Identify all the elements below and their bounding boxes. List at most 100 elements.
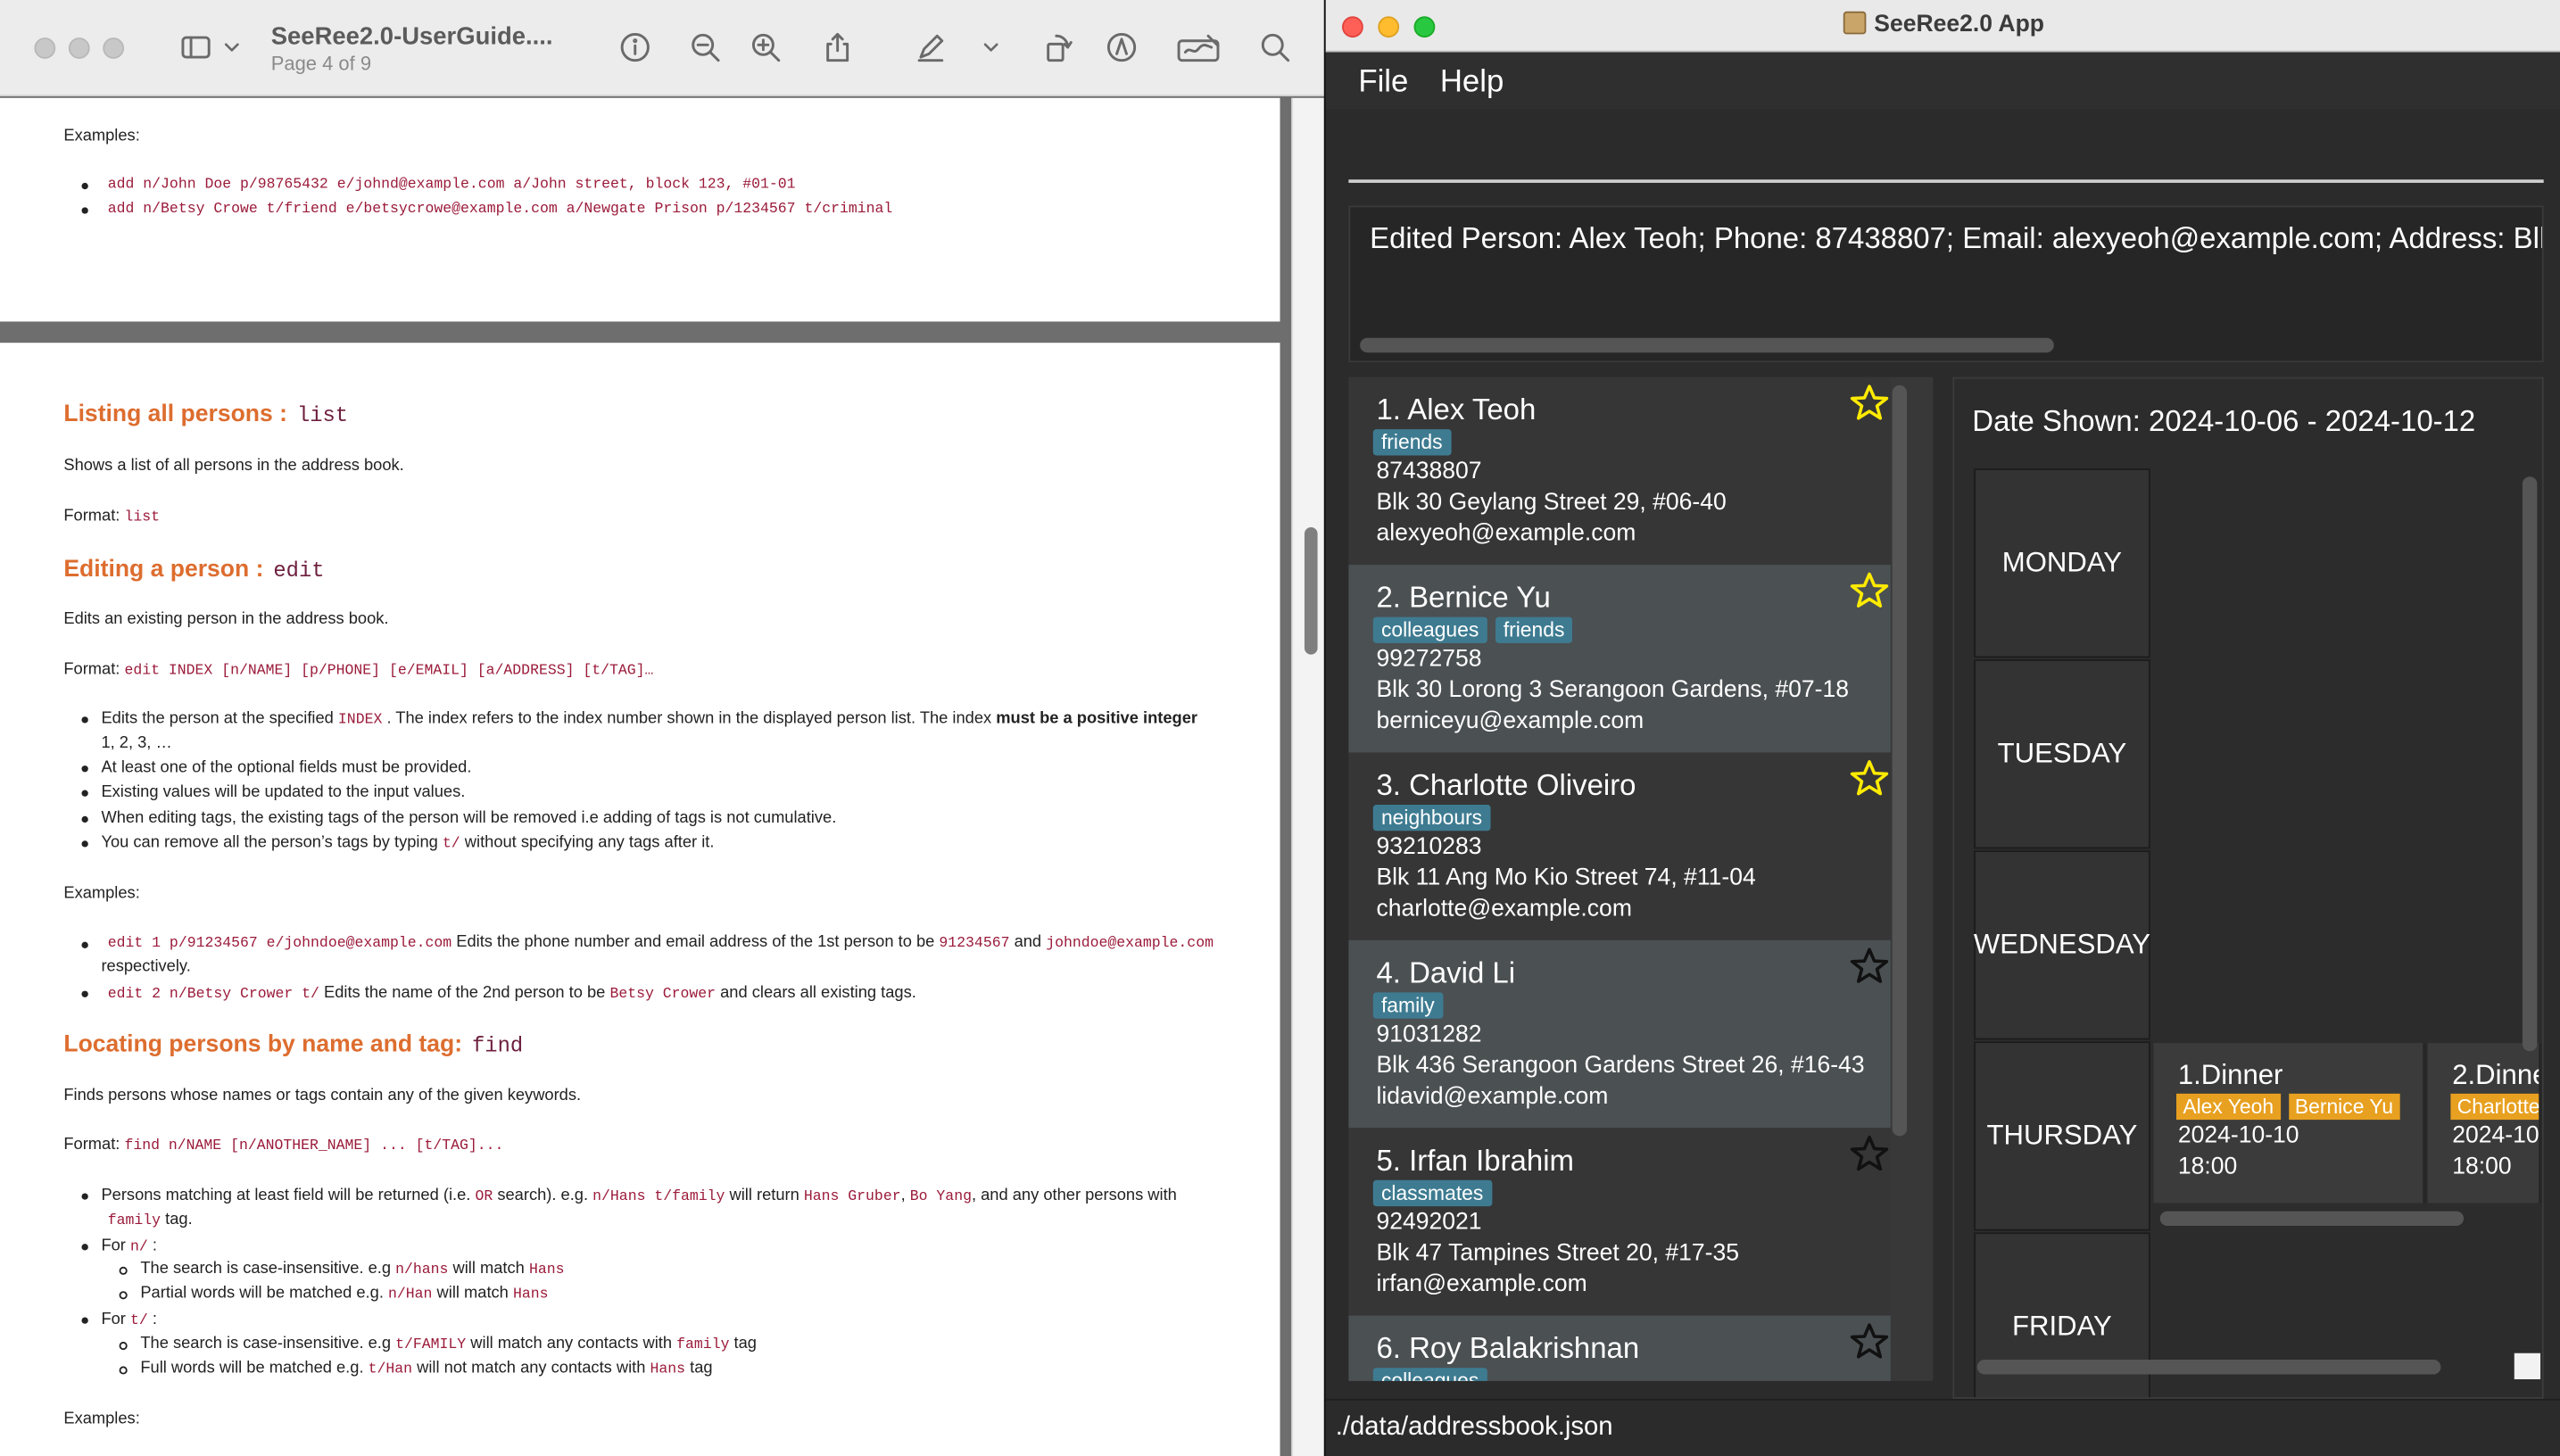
heading-text: Listing all persons : — [63, 401, 287, 428]
info-icon[interactable] — [614, 26, 657, 69]
result-text: Edited Person: Alex Teoh; Phone: 8743880… — [1370, 221, 2544, 255]
traffic-close-icon[interactable] — [34, 37, 56, 59]
person-tag: friends — [1495, 616, 1573, 643]
person-card[interactable]: 1. Alex Teoh friends 87438807 Blk 30 Geylan… — [1348, 376, 1891, 566]
event-tags: Charlotte — [2450, 1093, 2539, 1121]
heading-code: list — [296, 402, 349, 428]
person-address: Blk 30 Geylang Street 29, #06-40 — [1376, 489, 1727, 517]
command-input[interactable] — [1348, 114, 2544, 190]
sub-bullet — [119, 1266, 128, 1275]
person-email: alexyeoh@example.com — [1376, 520, 1636, 547]
edit-bullet-5: You can remove all the person’s tags by … — [101, 834, 714, 852]
bold-text: must be a positive integer — [996, 709, 1198, 729]
highlight-pen-icon[interactable] — [909, 26, 952, 69]
bullet — [81, 815, 88, 823]
heading-text: Editing a person : — [63, 556, 264, 583]
person-list-scrollbar[interactable] — [1892, 385, 1908, 1137]
sidebar-toggle-icon[interactable] — [175, 26, 218, 69]
format-line: Format: list — [63, 508, 160, 525]
text: tag — [733, 1335, 757, 1353]
status-save-path: ./data/addressbook.json — [1335, 1413, 1613, 1442]
find-n-sub-2: Partial words will be matched e.g. n/Han… — [140, 1285, 548, 1303]
inline-code: n/Hans t/family — [592, 1187, 725, 1205]
text: : — [152, 1311, 157, 1329]
rotate-icon[interactable] — [1037, 26, 1080, 69]
heading-text: Locating persons by name and tag: — [63, 1031, 463, 1058]
sub-bullet — [119, 1366, 128, 1375]
person-tags: neighbours — [1372, 804, 1491, 831]
event-card[interactable]: 2.Dinner Charlotte 2024-10- 18:00 — [2427, 1043, 2542, 1204]
format-code: list — [124, 509, 161, 526]
person-address: Blk 436 Serangoon Gardens Street 26, #16… — [1376, 1053, 1865, 1080]
person-tags: colleagues friends — [1372, 616, 1573, 643]
text: will match — [436, 1284, 509, 1303]
person-phone: 87438807 — [1376, 459, 1482, 485]
event-date: 2024-10- — [2452, 1122, 2542, 1150]
person-list[interactable]: 1. Alex Teoh friends 87438807 Blk 30 Geylan… — [1348, 376, 1934, 1381]
result-display[interactable]: Edited Person: Alex Teoh; Phone: 8743880… — [1348, 205, 2544, 363]
star-filled-icon[interactable] — [1848, 382, 1891, 425]
document-title: SeeRee2.0-UserGuide.... — [270, 22, 553, 51]
inline-code: edit 2 n/Betsy Crower t/ — [107, 986, 319, 1003]
text: . The index refers to the index number s… — [386, 709, 992, 729]
chevron-down-icon[interactable] — [217, 26, 246, 69]
edit-bullet-4: When editing tags, the existing tags of … — [101, 809, 837, 828]
inline-code: t/Han — [368, 1361, 413, 1378]
markup-icon[interactable] — [1100, 26, 1143, 69]
star-filled-icon[interactable] — [1848, 570, 1891, 613]
person-card[interactable]: 5. Irfan Ibrahim classmates 92492021 Blk 47… — [1348, 1128, 1891, 1316]
day-tuesday: TUESDAY — [1974, 659, 2150, 849]
text: and clears all existing tags. — [720, 984, 916, 1003]
edit-example-2: edit 2 n/Betsy Crower t/ Edits the name … — [108, 984, 916, 1002]
edit-bullet-2: At least one of the optional fields must… — [101, 758, 472, 777]
share-icon[interactable] — [816, 26, 859, 69]
signature-icon[interactable] — [1172, 26, 1225, 69]
calendar-vertical-scrollbar[interactable] — [2522, 476, 2538, 1052]
star-outline-icon[interactable] — [1848, 1320, 1891, 1363]
person-card[interactable]: 3. Charlotte Oliveiro neighbours 93210283 B… — [1348, 752, 1891, 940]
star-outline-icon[interactable] — [1848, 945, 1891, 988]
event-row-scrollbar[interactable] — [2159, 1211, 2465, 1227]
text: For — [101, 1311, 126, 1329]
star-filled-icon[interactable] — [1848, 757, 1891, 800]
document-scrollbar-thumb[interactable] — [1304, 526, 1318, 655]
inline-code: Hans — [650, 1361, 686, 1378]
search-icon[interactable] — [1254, 26, 1297, 69]
text: search). e.g. — [497, 1187, 589, 1205]
zoom-out-icon[interactable] — [684, 26, 727, 69]
bullet — [81, 941, 88, 948]
person-address: Blk 30 Lorong 3 Serangoon Gardens, #07-1… — [1376, 677, 1849, 704]
text: without specifying any tags after it. — [464, 833, 715, 853]
result-horizontal-scrollbar[interactable] — [1360, 337, 2054, 353]
document-scrollbar[interactable] — [1291, 97, 1324, 1456]
traffic-zoom-icon[interactable] — [103, 37, 125, 59]
inline-code: Bo Yang — [909, 1187, 972, 1205]
chevron-down-icon[interactable] — [976, 26, 1006, 69]
section-heading-find: Locating persons by name and tag: find — [63, 1031, 523, 1057]
calendar-horizontal-scrollbar[interactable] — [1976, 1360, 2441, 1375]
person-card[interactable]: 6. Roy Balakrishnan colleagues — [1348, 1315, 1891, 1381]
person-card[interactable]: 2. Bernice Yu colleagues friends 99272758 Bl… — [1348, 565, 1891, 753]
menu-help[interactable]: Help — [1440, 65, 1504, 101]
zoom-in-icon[interactable] — [744, 26, 787, 69]
traffic-minimize-icon[interactable] — [68, 37, 90, 59]
inline-code: 91234567 — [939, 935, 1010, 952]
page-indicator: Page 4 of 9 — [270, 52, 372, 76]
person-tag: colleagues — [1372, 1368, 1487, 1381]
calendar-panel: Date Shown: 2024-10-06 - 2024-10-12 MOND… — [1952, 376, 2544, 1399]
preview-toolbar: SeeRee2.0-UserGuide.... Page 4 of 9 — [0, 0, 1324, 96]
star-outline-icon[interactable] — [1848, 1133, 1891, 1176]
person-card[interactable]: 4. David Li family 91031282 Blk 436 Serango… — [1348, 939, 1891, 1129]
find-bullet-1: Persons matching at least field will be … — [101, 1187, 1176, 1204]
event-card[interactable]: 1.Dinner Alex Yeoh Bernice Yu 2024-10-10… — [2153, 1043, 2426, 1204]
inline-code: OR — [475, 1187, 493, 1205]
menu-file[interactable]: File — [1358, 65, 1408, 101]
bullet — [81, 1317, 88, 1324]
example-code: add n/Betsy Crowe t/friend e/betsycrowe@… — [107, 201, 893, 218]
inline-code: Hans — [512, 1286, 549, 1303]
text: and — [1014, 933, 1042, 952]
text: Partial words will be matched e.g. — [140, 1284, 384, 1303]
examples-label: Examples: — [63, 884, 140, 903]
bullet — [81, 1244, 88, 1251]
edit-example-1: edit 1 p/91234567 e/johndoe@example.com … — [108, 934, 1214, 952]
